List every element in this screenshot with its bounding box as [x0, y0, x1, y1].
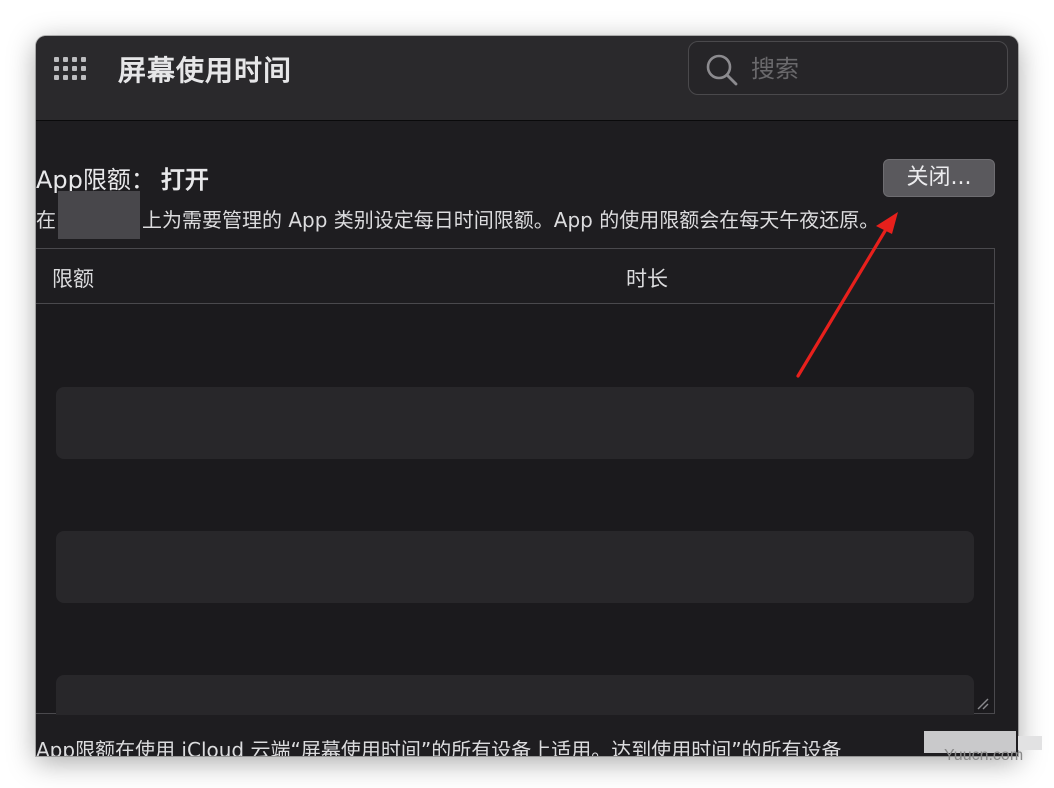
titlebar: 屏幕使用时间 — [36, 36, 1018, 121]
search-icon — [706, 54, 738, 86]
watermark: Yuucn.com — [944, 747, 1024, 764]
table-row[interactable] — [56, 387, 974, 459]
column-header-limit[interactable]: 限额 — [52, 263, 94, 293]
app-limits-table: 限额 时长 — [36, 248, 995, 715]
table-header: 限额 时长 — [36, 249, 994, 304]
screen-time-window: 屏幕使用时间 App限额：打开 关闭... 在上为需要管理的 App 类别设定每… — [36, 36, 1018, 756]
window-title: 屏幕使用时间 — [118, 54, 293, 87]
description-rest: 上为需要管理的 App 类别设定每日时间限额。App 的使用限额会在每天午夜还原… — [142, 208, 880, 232]
table-row[interactable] — [56, 675, 974, 715]
search-input[interactable] — [749, 50, 993, 88]
redacted-block — [58, 190, 140, 239]
app-limits-state: 打开 — [160, 166, 209, 194]
table-row[interactable] — [56, 531, 974, 603]
app-limits-description: 在 上为需要管理的 App 类别设定每日时间限额。App 的使用限额会在每天午夜还… — [36, 190, 880, 239]
footer-note: App限额在使用 iCloud 云端“屏幕使用时间”的所有设备上适用。达到使用时… — [36, 738, 842, 756]
resize-grip-icon[interactable] — [976, 697, 990, 711]
description-prefix: 在 — [36, 208, 56, 232]
turn-off-button[interactable]: 关闭... — [883, 159, 995, 197]
show-all-grid-icon[interactable] — [52, 55, 90, 83]
column-header-duration[interactable]: 时长 — [626, 263, 668, 293]
search-field[interactable] — [688, 41, 1008, 95]
